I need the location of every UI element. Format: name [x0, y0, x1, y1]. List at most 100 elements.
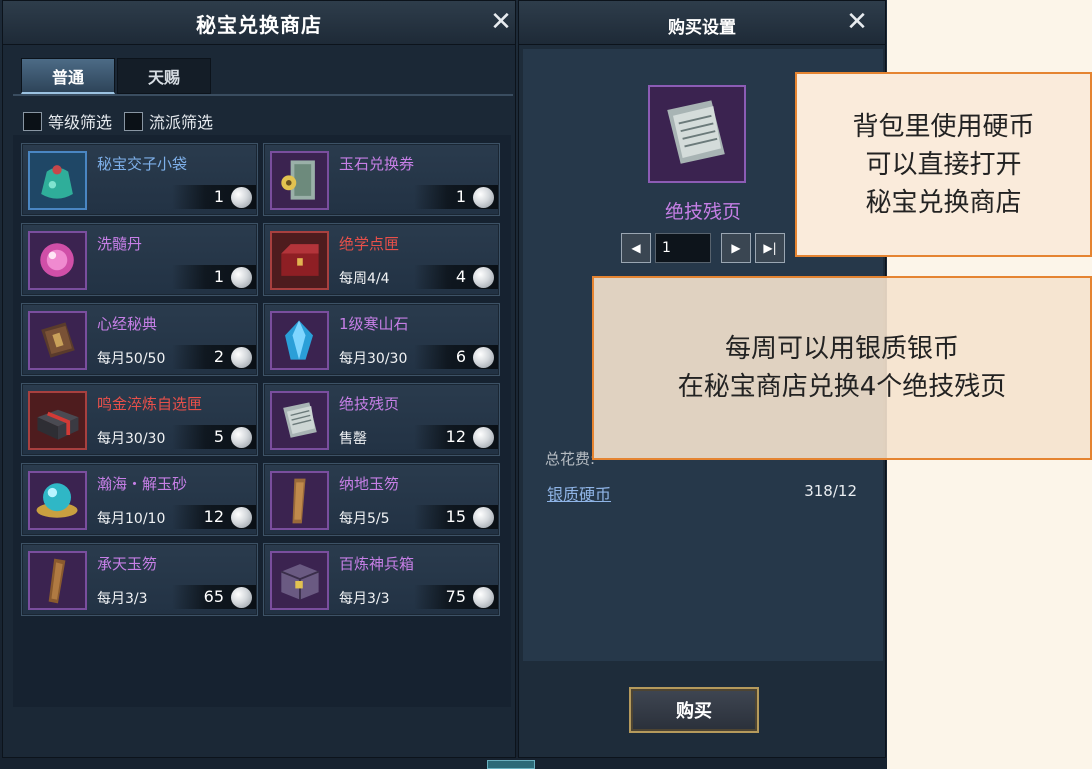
tab-normal[interactable]: 普通 [21, 58, 115, 94]
school-filter-checkbox[interactable] [124, 111, 144, 131]
silver-coin-icon [231, 507, 252, 528]
jade-tablet-icon [28, 551, 87, 610]
price-bar: 4 [414, 265, 498, 289]
silver-coin-icon [231, 187, 252, 208]
buy-close-button[interactable]: ✕ [843, 8, 871, 36]
shop-title: 秘宝兑换商店 [196, 13, 322, 37]
jade-sand-orb-icon [28, 471, 87, 530]
item-price: 1 [455, 187, 466, 206]
school-filter-label: 流派筛选 [149, 113, 214, 132]
shop-item-card[interactable]: 百炼神兵箱 每月3/3 75 [263, 543, 500, 616]
item-name: 绝技残页 [339, 395, 400, 413]
tab-heavenly-gift[interactable]: 天赐 [117, 58, 211, 94]
treasure-exchange-shop-window: 秘宝兑换商店 ✕ 普通 天赐 等级筛选 流派筛选 秘宝交子小袋 1 玉石兑换券 … [2, 0, 516, 758]
silver-coin-icon [473, 427, 494, 448]
currency-link[interactable]: 银质硬币 [547, 481, 611, 505]
item-name: 心经秘典 [97, 315, 158, 333]
item-price: 1 [213, 267, 224, 286]
shop-item-card[interactable]: 瀚海・解玉砂 每月10/10 12 [21, 463, 258, 536]
item-price: 12 [203, 507, 224, 526]
shop-close-button[interactable]: ✕ [487, 8, 515, 36]
item-limit: 每月5/5 [339, 511, 390, 527]
item-price: 75 [445, 587, 466, 606]
item-name: 秘宝交子小袋 [97, 155, 188, 173]
level-filter[interactable]: 等级筛选 [23, 109, 112, 133]
item-limit: 每月50/50 [97, 351, 166, 367]
item-price: 4 [455, 267, 466, 286]
item-limit: 每月30/30 [339, 351, 408, 367]
note-line: 可以直接打开 [865, 149, 1022, 180]
item-limit: 每周4/4 [339, 271, 390, 287]
shop-tabs: 普通 天赐 [21, 58, 213, 94]
jade-tablet-icon [270, 471, 329, 530]
item-name: 瀚海・解玉砂 [97, 475, 188, 493]
note-line: 在秘宝商店兑换4个绝技残页 [677, 372, 1007, 402]
price-bar: 15 [414, 505, 498, 529]
price-bar: 6 [414, 345, 498, 369]
item-name: 百炼神兵箱 [339, 555, 415, 573]
item-name: 玉石兑换券 [339, 155, 415, 173]
item-price: 65 [203, 587, 224, 606]
note-line: 每周可以用银质银币 [724, 334, 959, 364]
item-price: 1 [213, 187, 224, 206]
shop-item-card[interactable]: 玉石兑换券 1 [263, 143, 500, 216]
increase-quantity-button[interactable]: ▶ [721, 233, 751, 263]
item-name: 承天玉笏 [97, 555, 158, 573]
price-bar: 1 [172, 185, 256, 209]
silver-coin-icon [231, 427, 252, 448]
shop-item-card[interactable]: 洗髓丹 1 [21, 223, 258, 296]
price-bar: 2 [172, 345, 256, 369]
shop-item-card[interactable]: 鸣金淬炼自选匣 每月30/30 5 [21, 383, 258, 456]
item-name: 纳地玉笏 [339, 475, 400, 493]
treasure-chest-icon [270, 231, 329, 290]
shop-item-card[interactable]: 秘宝交子小袋 1 [21, 143, 258, 216]
weapon-box-icon [270, 551, 329, 610]
shop-item-card[interactable]: 绝学点匣 每周4/4 4 [263, 223, 500, 296]
level-filter-label: 等级筛选 [48, 113, 113, 132]
tab-divider [13, 94, 513, 96]
blue-gem-icon [270, 311, 329, 370]
level-filter-checkbox[interactable] [23, 111, 42, 131]
item-limit: 每月10/10 [97, 511, 166, 527]
total-cost-label: 总花费: [545, 450, 596, 468]
item-price: 6 [455, 347, 466, 366]
buy-title: 购买设置 [668, 18, 736, 38]
item-price: 15 [445, 507, 466, 526]
item-name: 1级寒山石 [339, 315, 409, 333]
item-name: 洗髓丹 [97, 235, 143, 253]
price-bar: 12 [414, 425, 498, 449]
scripture-book-icon [28, 311, 87, 370]
item-price: 12 [445, 427, 466, 446]
note-line: 背包里使用硬币 [852, 111, 1035, 142]
shop-item-grid: 秘宝交子小袋 1 玉石兑换券 1 洗髓丹 1 绝学点匣 每周4/4 4 心经秘典… [13, 135, 511, 707]
item-name: 鸣金淬炼自选匣 [97, 395, 203, 413]
buy-button[interactable]: 购买 [629, 687, 759, 733]
school-filter[interactable]: 流派筛选 [124, 109, 213, 133]
annotation-note-coin-usage: 背包里使用硬币 可以直接打开 秘宝兑换商店 [795, 72, 1092, 257]
price-bar: 1 [414, 185, 498, 209]
item-price: 5 [213, 427, 224, 446]
buy-titlebar[interactable]: 购买设置 ✕ [519, 1, 885, 45]
pill-orb-icon [28, 231, 87, 290]
note-line: 秘宝兑换商店 [865, 187, 1022, 218]
torn-pages-icon [648, 85, 746, 183]
jade-pouch-icon [28, 151, 87, 210]
item-price: 2 [213, 347, 224, 366]
decrease-quantity-button[interactable]: ◀ [621, 233, 651, 263]
shop-item-card[interactable]: 承天玉笏 每月3/3 65 [21, 543, 258, 616]
silver-coin-icon [473, 347, 494, 368]
item-limit: 售罄 [339, 431, 367, 447]
silver-coin-icon [473, 267, 494, 288]
shop-item-card[interactable]: 1级寒山石 每月30/30 6 [263, 303, 500, 376]
shop-item-card[interactable]: 心经秘典 每月50/50 2 [21, 303, 258, 376]
price-bar: 5 [172, 425, 256, 449]
max-quantity-button[interactable]: ▶| [755, 233, 785, 263]
shop-titlebar[interactable]: 秘宝兑换商店 ✕ [3, 1, 515, 45]
shop-item-card[interactable]: 纳地玉笏 每月5/5 15 [263, 463, 500, 536]
silver-coin-icon [473, 507, 494, 528]
item-limit: 每月3/3 [97, 591, 148, 607]
silver-coin-icon [231, 267, 252, 288]
filter-row: 等级筛选 流派筛选 [23, 109, 213, 133]
quantity-input[interactable]: 1 [655, 233, 711, 263]
shop-item-card[interactable]: 绝技残页 售罄 12 [263, 383, 500, 456]
